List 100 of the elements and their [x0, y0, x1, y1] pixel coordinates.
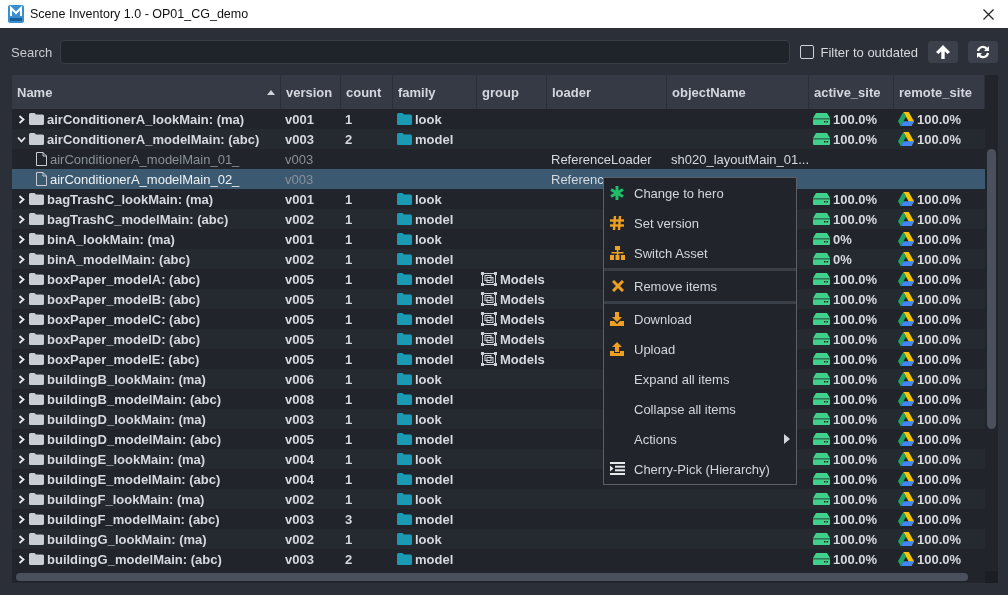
- asset-name: bagTrashC_modelMain: (abc): [47, 211, 229, 227]
- remote-site-progress: 100.0%: [917, 511, 962, 527]
- asset-name: boxPaper_modelC: (abc): [47, 311, 201, 327]
- search-label: Search: [11, 44, 53, 60]
- version-cell-text: v005: [284, 431, 315, 447]
- family-label: model: [415, 471, 454, 487]
- group-label: Models: [500, 311, 545, 327]
- count-cell-text: 1: [344, 471, 354, 487]
- remote-site-progress: 100.0%: [917, 291, 962, 307]
- asset-name: boxPaper_modelE: (abc): [47, 351, 200, 367]
- count-cell-text: 1: [344, 351, 354, 367]
- version-cell-text: v003: [284, 151, 315, 167]
- version-cell-text: v005: [284, 331, 315, 347]
- asset-name: buildingG_modelMain: (abc): [47, 551, 222, 567]
- version-cell-text: v004: [284, 471, 315, 487]
- active-site-progress: 100.0%: [833, 491, 878, 507]
- group-label: Models: [500, 271, 545, 287]
- family-label: model: [415, 511, 454, 527]
- family-label: model: [415, 271, 454, 287]
- count-cell-text: 2: [344, 551, 354, 567]
- remote-site-progress: 100.0%: [917, 371, 962, 387]
- asset-name: bagTrashC_lookMain: (ma): [47, 191, 214, 207]
- active-site-progress: 0%: [833, 231, 852, 247]
- asset-name: binA_lookMain: (ma): [47, 231, 175, 247]
- remote-site-progress: 100.0%: [917, 351, 962, 367]
- remote-site-progress: 100.0%: [917, 191, 962, 207]
- count-cell-text: 1: [344, 291, 354, 307]
- active-site-progress: 0%: [833, 251, 852, 267]
- group-label: Models: [500, 351, 545, 367]
- remote-site-progress: 100.0%: [917, 311, 962, 327]
- count-cell-text: 1: [344, 111, 354, 127]
- active-site-progress: 100.0%: [833, 371, 878, 387]
- version-cell-text: v003: [284, 551, 315, 567]
- family-label: model: [415, 351, 454, 367]
- count-cell-text: 1: [344, 231, 354, 247]
- count-cell-text: 1: [344, 371, 354, 387]
- active-site-progress: 100.0%: [833, 291, 878, 307]
- family-label: model: [415, 391, 454, 407]
- family-label: model: [415, 251, 454, 267]
- family-label: model: [415, 291, 454, 307]
- active-site-progress: 100.0%: [833, 271, 878, 287]
- active-site-progress: 100.0%: [833, 131, 878, 147]
- version-cell-text: v001: [284, 191, 315, 207]
- asset-name: buildingD_modelMain: (abc): [47, 431, 222, 447]
- asset-name: buildingF_modelMain: (abc): [47, 511, 220, 527]
- active-site-progress: 100.0%: [833, 431, 878, 447]
- loader-cell-text: Referenc: [550, 171, 605, 187]
- active-site-progress: 100.0%: [833, 511, 878, 527]
- version-cell-text: v002: [284, 491, 315, 507]
- object-name-cell-text: sh020_layoutMain_01...: [670, 151, 809, 167]
- active-site-progress: 100.0%: [833, 531, 878, 547]
- count-cell-text: 1: [344, 411, 354, 427]
- count-cell-text: 1: [344, 491, 354, 507]
- asset-name: airConditionerA_modelMain: (abc): [47, 131, 260, 147]
- remote-site-progress: 100.0%: [917, 471, 962, 487]
- version-cell-text: v005: [284, 311, 315, 327]
- count-cell-text: 1: [344, 391, 354, 407]
- asset-name: boxPaper_modelA: (abc): [47, 271, 201, 287]
- remote-site-progress: 100.0%: [917, 531, 962, 547]
- version-cell-text: v002: [284, 251, 315, 267]
- remote-site-progress: 100.0%: [917, 551, 962, 567]
- count-cell-text: 1: [344, 451, 354, 467]
- count-cell-text: 1: [344, 331, 354, 347]
- remote-site-progress: 100.0%: [917, 131, 962, 147]
- version-cell-text: v005: [284, 351, 315, 367]
- version-cell-text: v003: [284, 511, 315, 527]
- version-cell-text: v001: [284, 231, 315, 247]
- active-site-progress: 100.0%: [833, 551, 878, 567]
- version-cell-text: v008: [284, 391, 315, 407]
- remote-site-progress: 100.0%: [917, 111, 962, 127]
- count-cell-text: 1: [344, 271, 354, 287]
- version-cell-text: v002: [284, 531, 315, 547]
- asset-name: buildingB_modelMain: (abc): [47, 391, 222, 407]
- family-label: model: [415, 431, 454, 447]
- asset-name: buildingE_lookMain: (ma): [47, 451, 206, 467]
- asset-name: buildingF_lookMain: (ma): [47, 491, 205, 507]
- remote-site-progress: 100.0%: [917, 271, 962, 287]
- family-label: look: [415, 191, 442, 207]
- count-cell-text: 1: [344, 531, 354, 547]
- asset-name: binA_modelMain: (abc): [47, 251, 190, 267]
- family-label: look: [415, 491, 442, 507]
- version-cell-text: v003: [284, 171, 315, 187]
- loader-cell-text: ReferenceLoader: [550, 151, 653, 167]
- version-cell-text: v006: [284, 371, 315, 387]
- remote-site-progress: 100.0%: [917, 331, 962, 347]
- active-site-progress: 100.0%: [833, 191, 878, 207]
- asset-name: buildingE_modelMain: (abc): [47, 471, 221, 487]
- count-cell-text: 2: [344, 131, 354, 147]
- window-title: Scene Inventory 1.0 - OP01_CG_demo: [30, 7, 250, 21]
- remote-site-progress: 100.0%: [917, 431, 962, 447]
- version-cell-text: v004: [284, 451, 315, 467]
- active-site-progress: 100.0%: [833, 411, 878, 427]
- count-cell-text: 1: [344, 251, 354, 267]
- family-label: model: [415, 311, 454, 327]
- asset-name: buildingB_lookMain: (ma): [47, 371, 206, 387]
- remote-site-progress: 100.0%: [917, 491, 962, 507]
- family-label: look: [415, 111, 442, 127]
- remote-site-progress: 100.0%: [917, 211, 962, 227]
- family-label: model: [415, 551, 454, 567]
- asset-name: boxPaper_modelD: (abc): [47, 331, 201, 347]
